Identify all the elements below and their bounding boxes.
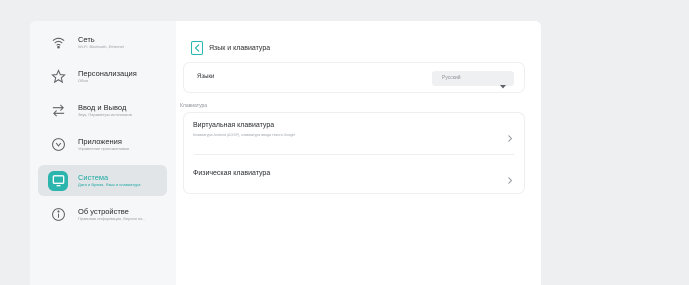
system-icon — [48, 170, 68, 191]
sidebar-item-label: Система — [78, 173, 109, 182]
sidebar-item-label: Сеть — [78, 35, 95, 44]
back-button[interactable] — [191, 41, 203, 55]
sidebar-item-about[interactable]: Об устройстве Правовая информация, Верси… — [38, 199, 167, 230]
sidebar-item-sublabel: Управление приложениями — [78, 146, 130, 152]
sidebar-item-sublabel: Обои — [78, 78, 88, 84]
sidebar-item-sublabel: Звук, Параметры источников — [78, 112, 132, 118]
caret-down-icon — [500, 76, 506, 94]
language-select-value: Русский — [442, 75, 461, 81]
apps-icon — [48, 135, 68, 155]
chevron-right-icon — [508, 129, 513, 147]
sidebar-item-sublabel: Дата и Время, Язык и клавиатура — [78, 182, 141, 188]
physical-keyboard-title: Физическая клавиатура — [193, 170, 271, 177]
language-select[interactable]: Русский — [432, 71, 514, 89]
sidebar-item-sublabel: Правовая информация, Версия по... — [78, 216, 146, 222]
keyboard-card: Виртуальная клавиатура Клавиатура Androi… — [184, 113, 524, 193]
info-icon — [48, 205, 68, 225]
sidebar-item-input-output[interactable]: Ввод и Вывод Звук, Параметры источников — [38, 95, 167, 126]
sidebar-item-personalization[interactable]: Персонализация Обои — [38, 61, 167, 92]
languages-label: Языки — [197, 74, 215, 80]
languages-row: Языки Русский — [184, 63, 524, 92]
settings-sidebar: Сеть Wi-Fi, Bluetooth, Ethernet Персонал… — [30, 21, 176, 285]
virtual-keyboard-subtitle: Клавиатура Android (AOSP), клавиатура вв… — [193, 133, 296, 137]
keyboard-section-label: Клавиатура — [180, 103, 208, 109]
sidebar-item-network[interactable]: Сеть Wi-Fi, Bluetooth, Ethernet — [38, 27, 167, 58]
chevron-right-icon — [508, 171, 513, 189]
chevron-left-icon — [194, 39, 200, 57]
wifi-icon — [48, 33, 68, 53]
sidebar-item-label: Персонализация — [78, 69, 137, 78]
sidebar-item-system[interactable]: Система Дата и Время, Язык и клавиатура — [38, 165, 167, 196]
sidebar-item-label: Об устройстве — [78, 207, 129, 216]
page-header: Язык и клавиатура — [191, 40, 270, 56]
virtual-keyboard-row[interactable]: Виртуальная клавиатура Клавиатура Androi… — [184, 113, 524, 153]
page-title: Язык и клавиатура — [209, 44, 271, 52]
physical-keyboard-row[interactable]: Физическая клавиатура — [184, 155, 524, 193]
sidebar-item-sublabel: Wi-Fi, Bluetooth, Ethernet — [78, 44, 124, 50]
sidebar-item-label: Приложения — [78, 137, 122, 146]
star-icon — [48, 67, 68, 87]
virtual-keyboard-title: Виртуальная клавиатура — [193, 122, 275, 129]
sidebar-item-label: Ввод и Вывод — [78, 103, 127, 112]
sidebar-item-apps[interactable]: Приложения Управление приложениями — [38, 129, 167, 160]
input-output-icon — [48, 101, 68, 121]
